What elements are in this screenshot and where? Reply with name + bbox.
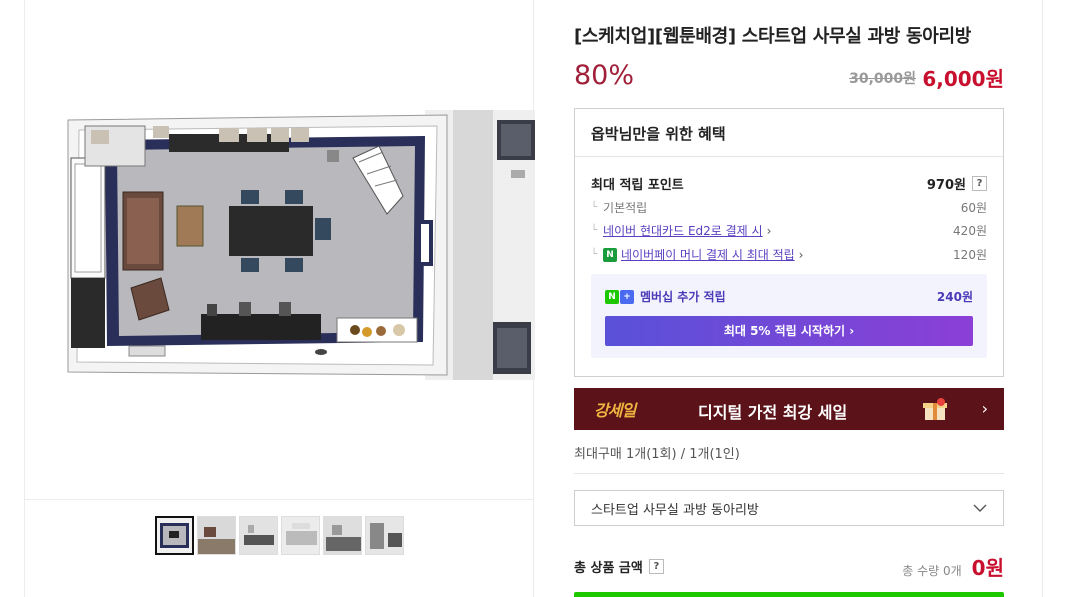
main-product-image[interactable] xyxy=(25,0,535,500)
chevron-right-icon: › xyxy=(981,399,988,418)
thumbnail-5[interactable] xyxy=(323,516,362,555)
product-gallery xyxy=(24,0,535,597)
points-row-basic: └ 기본적립 60원 xyxy=(591,199,987,216)
tree-branch-icon: └ xyxy=(591,249,598,260)
total-price: 0원 xyxy=(971,556,1004,580)
total-quantity: 총 수량 0개 xyxy=(902,564,962,578)
card-benefit-link[interactable]: 네이버 현대카드 Ed2로 결제 시 xyxy=(603,222,763,239)
option-select[interactable]: 스타트업 사무실 과방 동아리방 xyxy=(574,490,1004,526)
thumbnail-strip xyxy=(155,516,404,555)
thumbnail-2[interactable] xyxy=(197,516,236,555)
thumbnail-1[interactable] xyxy=(155,516,194,555)
option-selected-value: 스타트업 사무실 과방 동아리방 xyxy=(591,502,759,518)
membership-value: 240원 xyxy=(936,290,973,304)
points-row-value: 60원 xyxy=(960,201,987,215)
chevron-down-icon xyxy=(973,504,987,512)
gift-box-icon xyxy=(923,398,947,420)
chevron-right-icon: › xyxy=(798,247,804,262)
product-info: [스케치업][웹툰배경] 스타트업 사무실 과방 동아리방 80% 30,000… xyxy=(574,0,1004,597)
product-title: [스케치업][웹툰배경] 스타트업 사무실 과방 동아리방 xyxy=(574,26,972,47)
help-icon[interactable]: ? xyxy=(648,559,664,574)
chevron-right-icon: › xyxy=(766,223,772,238)
buy-button[interactable] xyxy=(574,592,1004,597)
points-row-card: └ 네이버 현대카드 Ed2로 결제 시 › 420원 xyxy=(591,222,987,239)
points-row-npay: └ N 네이버페이 머니 결제 시 최대 적립 › 120원 xyxy=(591,246,987,263)
thumbnail-3[interactable] xyxy=(239,516,278,555)
panel-divider xyxy=(1042,0,1043,597)
membership-row: N + 멤버십 추가 적립 240원 xyxy=(605,288,973,305)
banner-logo: 강세일 xyxy=(594,401,636,420)
membership-start-button[interactable]: 최대 5% 적립 시작하기 › xyxy=(605,316,973,346)
membership-label: 멤버십 추가 적립 xyxy=(640,290,726,304)
total-label: 총 상품 금액 xyxy=(574,561,643,576)
npay-benefit-link[interactable]: 네이버페이 머니 결제 시 최대 적립 xyxy=(621,246,795,263)
divider xyxy=(574,473,1004,474)
office-floorplan-image xyxy=(67,110,535,380)
points-row-value: 120원 xyxy=(953,248,987,262)
tree-branch-icon: └ xyxy=(591,225,598,236)
tree-branch-icon: └ xyxy=(591,202,598,213)
points-row-label: 기본적립 xyxy=(603,201,648,215)
max-points-value: 970원 xyxy=(926,178,966,193)
thumbnail-6[interactable] xyxy=(365,516,404,555)
benefit-box: 옵박님만을 위한 혜택 최대 적립 포인트 970원 ? └ 기본적립 60원 └… xyxy=(574,108,1004,377)
max-points-row: 최대 적립 포인트 970원 ? xyxy=(591,174,987,193)
npay-icon: N xyxy=(603,247,618,262)
promo-banner[interactable]: 강세일 디지털 가전 최강 세일 › xyxy=(574,388,1004,430)
discount-rate: 80% xyxy=(574,60,635,91)
benefit-header: 옵박님만을 위한 혜택 xyxy=(575,109,1003,157)
total-row: 총 상품 금액 ? 총 수량 0개 0원 xyxy=(574,552,1004,581)
points-row-value: 420원 xyxy=(953,224,987,238)
naver-plus-icon: N + xyxy=(605,289,634,304)
help-icon[interactable]: ? xyxy=(972,176,987,191)
membership-box: N + 멤버십 추가 적립 240원 최대 5% 적립 시작하기 › xyxy=(591,274,987,358)
max-purchase-info: 최대구매 1개(1회) / 1개(1인) xyxy=(574,447,740,462)
thumbnail-4[interactable] xyxy=(281,516,320,555)
original-price: 30,000원 xyxy=(849,71,916,87)
banner-text: 디지털 가전 최강 세일 xyxy=(698,403,848,422)
max-points-label: 최대 적립 포인트 xyxy=(591,178,684,193)
sale-price: 6,000원 xyxy=(922,67,1004,91)
